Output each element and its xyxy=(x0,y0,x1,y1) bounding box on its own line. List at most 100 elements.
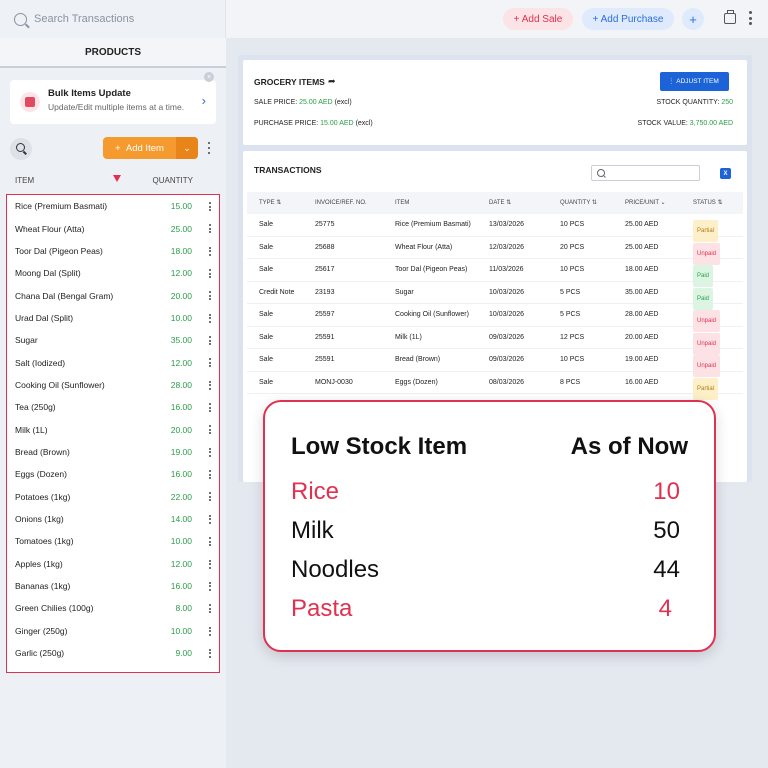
list-item[interactable]: Green Chilies (100g) 8.00 xyxy=(7,597,219,619)
cell-type: Credit Note xyxy=(259,288,295,296)
list-item[interactable]: Cooking Oil (Sunflower) 28.00 xyxy=(7,374,219,396)
list-item[interactable]: Bananas (1kg) 16.00 xyxy=(7,575,219,597)
add-sale-button[interactable]: + Add Sale xyxy=(503,8,573,30)
row-menu-icon[interactable] xyxy=(209,202,211,211)
table-row[interactable]: Sale 25591 Bread (Brown) 09/03/2026 10 P… xyxy=(247,349,743,377)
adjust-item-button[interactable]: ⫶ ADJUST ITEM xyxy=(660,72,729,91)
add-item-button[interactable]: + Add Item ⌄ xyxy=(103,137,198,159)
list-item[interactable]: Chana Dal (Bengal Gram) 20.00 xyxy=(7,284,219,306)
table-row[interactable]: Sale 25591 Milk (1L) 09/03/2026 12 PCS 2… xyxy=(247,327,743,355)
search-transactions-input[interactable]: Search Transactions xyxy=(0,0,226,38)
share-icon[interactable]: ➦ xyxy=(328,76,336,87)
add-more-button[interactable]: + xyxy=(682,8,704,30)
row-menu-icon[interactable] xyxy=(209,492,211,502)
table-row[interactable]: Sale 25688 Wheat Flour (Atta) 12/03/2026… xyxy=(247,237,743,265)
cell-item: Cooking Oil (Sunflower) xyxy=(395,311,469,318)
table-row[interactable]: Credit Note 23193 Sugar 10/03/2026 5 PCS… xyxy=(247,282,743,310)
close-icon[interactable]: × xyxy=(204,72,214,82)
row-menu-icon[interactable] xyxy=(209,626,211,636)
row-menu-icon[interactable] xyxy=(209,380,211,390)
row-menu-icon[interactable] xyxy=(209,470,211,480)
popup-header-right: As of Now xyxy=(570,433,688,460)
row-menu-icon[interactable] xyxy=(209,581,211,591)
list-item[interactable]: Tomatoes (1kg) 10.00 xyxy=(7,530,219,552)
list-item[interactable]: Ginger (250g) 10.00 xyxy=(7,620,219,642)
header-date[interactable]: DATE ⇅ xyxy=(489,192,511,214)
row-menu-icon[interactable] xyxy=(209,313,211,323)
cell-invoice: 25597 xyxy=(315,311,335,318)
row-menu-icon[interactable] xyxy=(209,537,211,547)
more-options-icon[interactable] xyxy=(207,142,211,154)
table-row[interactable]: Sale 25617 Toor Dal (Pigeon Peas) 11/03/… xyxy=(247,259,743,287)
list-item[interactable]: Sugar 35.00 xyxy=(7,329,219,351)
item-name: Garlic (250g) xyxy=(15,648,65,659)
item-name: Ginger (250g) xyxy=(15,625,68,636)
row-menu-icon[interactable] xyxy=(209,336,211,346)
list-item[interactable]: Bread (Brown) 19.00 xyxy=(7,441,219,463)
list-item[interactable]: Tea (250g) 16.00 xyxy=(7,396,219,418)
cell-type: Sale xyxy=(259,243,274,251)
row-menu-icon[interactable] xyxy=(209,269,211,279)
grocery-items-card: GROCERY ITEMS ➦ ⫶ ADJUST ITEM SALE PRICE… xyxy=(243,60,747,145)
cell-quantity: 10 PCS xyxy=(560,266,585,273)
transactions-search-input[interactable] xyxy=(591,165,700,181)
list-item[interactable]: Toor Dal (Pigeon Peas) 18.00 xyxy=(7,240,219,262)
header-price-unit[interactable]: PRICE/UNIT ⌄ xyxy=(625,192,666,214)
search-placeholder: Search Transactions xyxy=(34,13,135,25)
header-quantity[interactable]: QUANTITY ⇅ xyxy=(560,192,597,214)
list-item[interactable]: Apples (1kg) 12.00 xyxy=(7,553,219,575)
item-name: Rice (Premium Basmati) xyxy=(15,201,108,212)
item-name: Tomatoes (1kg) xyxy=(15,536,74,547)
cell-item: Eggs (Dozen) xyxy=(395,378,438,386)
list-item[interactable]: Urad Dal (Split) 10.00 xyxy=(7,307,219,329)
tab-products[interactable]: PRODUCTS xyxy=(0,38,226,68)
item-quantity: 15.00 xyxy=(170,201,192,212)
list-item[interactable]: Onions (1kg) 14.00 xyxy=(7,508,219,530)
print-icon[interactable] xyxy=(724,10,736,24)
add-purchase-button[interactable]: + Add Purchase xyxy=(582,8,674,30)
sale-price: SALE PRICE: 25.00 AED (excl) xyxy=(254,99,352,106)
table-row[interactable]: Sale 25775 Rice (Premium Basmati) 13/03/… xyxy=(247,214,743,242)
table-row[interactable]: Sale 25597 Cooking Oil (Sunflower) 10/03… xyxy=(247,304,743,332)
row-menu-icon[interactable] xyxy=(209,514,211,524)
row-menu-icon[interactable] xyxy=(209,425,211,435)
cell-invoice: 25775 xyxy=(315,221,335,228)
row-menu-icon[interactable] xyxy=(209,224,211,234)
list-item[interactable]: Eggs (Dozen) 16.00 xyxy=(7,463,219,485)
table-row[interactable]: Sale MONJ-0030 Eggs (Dozen) 08/03/2026 8… xyxy=(247,372,743,400)
sale-price-suffix: (excl) xyxy=(334,99,352,106)
purchase-price-label: PURCHASE PRICE: xyxy=(254,120,319,127)
row-menu-icon[interactable] xyxy=(209,291,211,301)
row-menu-icon[interactable] xyxy=(209,604,211,614)
row-menu-icon[interactable] xyxy=(209,559,211,569)
low-stock-item-name: Milk xyxy=(291,517,334,544)
row-menu-icon[interactable] xyxy=(209,246,211,256)
list-item[interactable]: Wheat Flour (Atta) 25.00 xyxy=(7,217,219,239)
row-menu-icon[interactable] xyxy=(209,648,211,658)
list-item[interactable]: Rice (Premium Basmati) 15.00 xyxy=(7,195,219,217)
bulk-items-update-card[interactable]: Bulk Items Update Update/Edit multiple i… xyxy=(10,72,216,124)
item-name: Sugar xyxy=(15,335,38,346)
item-quantity: 20.00 xyxy=(170,290,192,301)
filter-icon[interactable] xyxy=(113,175,121,182)
item-quantity: 18.00 xyxy=(170,245,192,256)
cell-date: 08/03/2026 xyxy=(489,378,525,386)
row-menu-icon[interactable] xyxy=(209,358,211,368)
more-options-icon[interactable] xyxy=(748,11,752,25)
excel-export-icon[interactable]: X xyxy=(720,168,731,179)
cell-quantity: 12 PCS xyxy=(560,333,585,341)
list-item[interactable]: Moong Dal (Split) 12.00 xyxy=(7,262,219,284)
header-status[interactable]: STATUS ⇅ xyxy=(693,192,722,214)
list-item[interactable]: Milk (1L) 20.00 xyxy=(7,418,219,440)
list-item[interactable]: Potatoes (1kg) 22.00 xyxy=(7,485,219,507)
search-products-button[interactable] xyxy=(10,138,32,160)
list-item[interactable]: Garlic (250g) 9.00 xyxy=(7,642,219,664)
row-menu-icon[interactable] xyxy=(209,447,211,457)
chevron-down-icon[interactable]: ⌄ xyxy=(176,137,198,159)
header-type[interactable]: TYPE ⇅ xyxy=(259,192,281,214)
list-item[interactable]: Salt (Iodized) 12.00 xyxy=(7,351,219,373)
header-invoice: INVOICE/REF. NO. xyxy=(315,200,367,206)
cell-quantity: 20 PCS xyxy=(560,243,585,251)
low-stock-item-value: 4 xyxy=(658,595,672,622)
row-menu-icon[interactable] xyxy=(209,403,211,413)
